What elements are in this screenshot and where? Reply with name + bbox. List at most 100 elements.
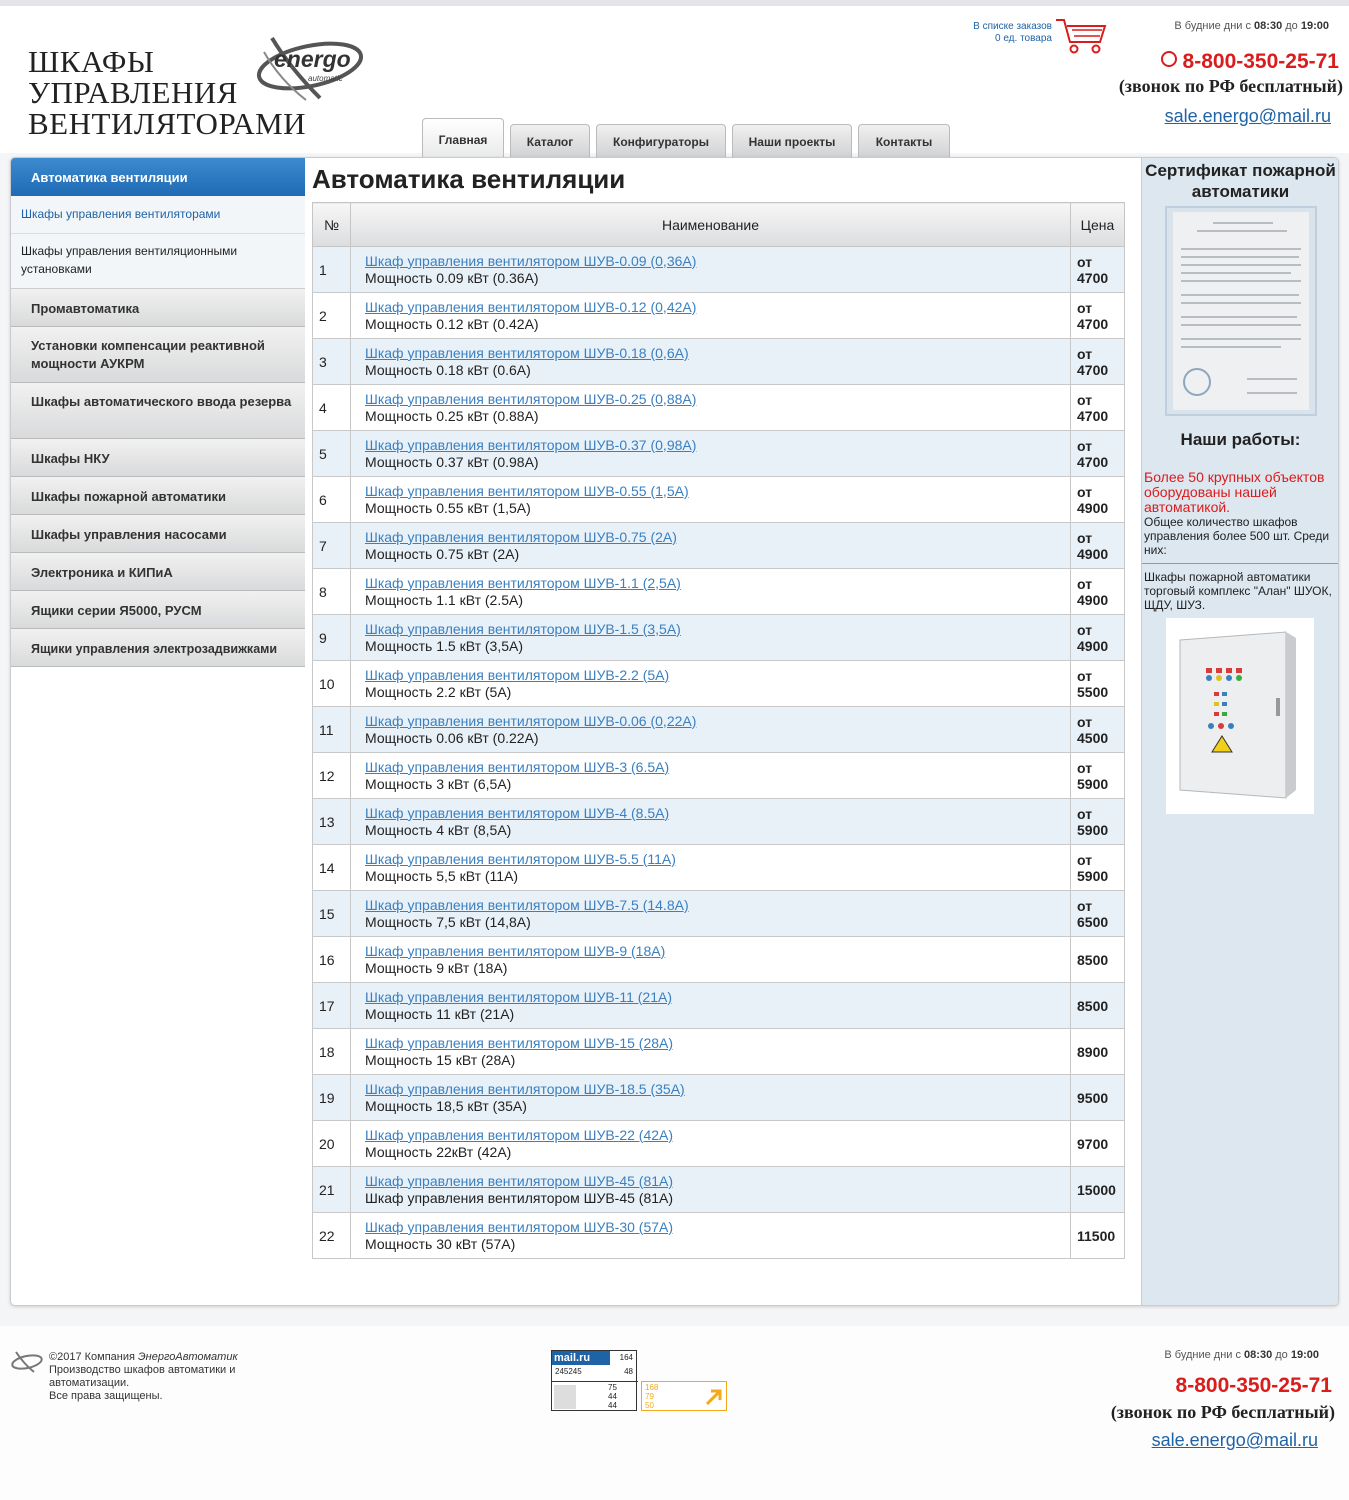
liveinternet-counter[interactable]: 168 79 50 — [641, 1381, 727, 1411]
product-link[interactable]: Шкаф управления вентилятором ШУВ-4 (8.5А… — [365, 805, 669, 821]
products-table-body: 1 Шкаф управления вентилятором ШУВ-0.09 (… — [312, 246, 1125, 1259]
row-price-cell: от 5500 — [1070, 660, 1125, 707]
row-name-cell: Шкаф управления вентилятором ШУВ-0.18 (0… — [350, 338, 1071, 385]
price-value: 4700 — [1077, 407, 1109, 424]
product-power: Мощность 22кВт (42А) — [365, 1143, 512, 1160]
product-power: Мощность 0.75 кВт (2А) — [365, 545, 520, 562]
product-power: Мощность 9 кВт (18А) — [365, 959, 508, 976]
product-power: Шкаф управления вентилятором ШУВ-45 (81А… — [365, 1189, 674, 1206]
row-price-cell: 11500 — [1070, 1212, 1125, 1259]
product-power: Мощность 1.1 кВт (2.5А) — [365, 591, 524, 608]
mailru-counter[interactable]: mail.ru 164 245245 48 75 44 44 — [551, 1350, 638, 1411]
energo-logo[interactable]: energo automatic — [250, 28, 370, 104]
product-link[interactable]: Шкаф управления вентилятором ШУВ-0.37 (0… — [365, 437, 696, 453]
copy-company: ЭнергоАвтоматик — [138, 1351, 238, 1363]
sidebar-item-nku[interactable]: Шкафы НКУ — [11, 439, 305, 477]
tab-projects[interactable]: Наши проекты — [732, 124, 852, 159]
footer-email-link[interactable]: sale.energo@mail.ru — [1152, 1430, 1318, 1451]
product-link[interactable]: Шкаф управления вентилятором ШУВ-45 (81А… — [365, 1173, 673, 1189]
sidebar-item-aukrm[interactable]: Установки компенсации реактивной мощност… — [11, 327, 305, 383]
product-link[interactable]: Шкаф управления вентилятором ШУВ-5.5 (11… — [365, 851, 676, 867]
row-number: 5 — [312, 430, 351, 477]
product-link[interactable]: Шкаф управления вентилятором ШУВ-30 (57А… — [365, 1219, 673, 1235]
sidebar-item-active[interactable]: Автоматика вентиляции — [11, 158, 305, 196]
cart-summary[interactable]: В списке заказов 0 ед. товара — [930, 21, 1052, 45]
sidebar-item-fire[interactable]: Шкафы пожарной автоматики — [11, 477, 305, 515]
sidebar-item-avr[interactable]: Шкафы автоматического ввода резерва — [11, 383, 305, 439]
sidebar-item-promautomatika[interactable]: Промавтоматика — [11, 289, 305, 327]
table-row: 7 Шкаф управления вентилятором ШУВ-0.75 (… — [312, 522, 1125, 569]
product-link[interactable]: Шкаф управления вентилятором ШУВ-0.09 (0… — [365, 253, 696, 269]
counter-val-f: 44 — [608, 1401, 617, 1410]
shopping-cart-icon[interactable] — [1054, 16, 1108, 56]
phone-number[interactable]: 8-800-350-25-71 — [1160, 50, 1339, 74]
tab-catalog[interactable]: Каталог — [510, 124, 590, 159]
product-link[interactable]: Шкаф управления вентилятором ШУВ-22 (42А… — [365, 1127, 673, 1143]
row-price-cell: от 4500 — [1070, 706, 1125, 753]
product-power: Мощность 0.55 кВт (1,5А) — [365, 499, 531, 516]
product-link[interactable]: Шкаф управления вентилятором ШУВ-7.5 (14… — [365, 897, 689, 913]
sidebar-item-electronics[interactable]: Электроника и КИПиА — [11, 553, 305, 591]
cert-line — [1246, 392, 1297, 394]
product-link[interactable]: Шкаф управления вентилятором ШУВ-3 (6.5А… — [365, 759, 669, 775]
works-title: Наши работы: — [1180, 430, 1301, 449]
price-value: 5500 — [1077, 683, 1109, 700]
table-row: 8 Шкаф управления вентилятором ШУВ-1.1 (2… — [312, 568, 1125, 615]
price-prefix: от — [1077, 667, 1093, 684]
sidebar-subitem-fans[interactable]: Шкафы управления вентиляторами — [11, 196, 305, 234]
product-link[interactable]: Шкаф управления вентилятором ШУВ-18.5 (3… — [365, 1081, 685, 1097]
product-link[interactable]: Шкаф управления вентилятором ШУВ-0.06 (0… — [365, 713, 696, 729]
row-number: 9 — [312, 614, 351, 661]
product-link[interactable]: Шкаф управления вентилятором ШУВ-0.55 (1… — [365, 483, 689, 499]
product-link[interactable]: Шкаф управления вентилятором ШУВ-1.5 (3,… — [365, 621, 681, 637]
row-number: 18 — [312, 1028, 351, 1075]
page-title: Автоматика вентиляции — [312, 164, 626, 194]
price-prefix: от — [1077, 483, 1093, 500]
works-item: Шкафы пожарной автоматики торговый компл… — [1144, 570, 1332, 612]
row-number: 2 — [312, 292, 351, 339]
arrow-up-right-icon — [705, 1389, 722, 1406]
certificate-image[interactable] — [1164, 206, 1317, 416]
sidebar-item-pumps[interactable]: Шкафы управления насосами — [11, 515, 305, 553]
product-link[interactable]: Шкаф управления вентилятором ШУВ-0.18 (0… — [365, 345, 689, 361]
footer-phone[interactable]: 8-800-350-25-71 — [1176, 1374, 1332, 1398]
row-price-cell: от 4900 — [1070, 476, 1125, 523]
cart-label: В списке заказов — [973, 21, 1052, 32]
product-link[interactable]: Шкаф управления вентилятором ШУВ-0.12 (0… — [365, 299, 696, 315]
product-link[interactable]: Шкаф управления вентилятором ШУВ-15 (28А… — [365, 1035, 673, 1051]
email-link[interactable]: sale.energo@mail.ru — [1165, 106, 1331, 127]
product-link[interactable]: Шкаф управления вентилятором ШУВ-2.2 (5А… — [365, 667, 669, 683]
price-value: 11500 — [1077, 1227, 1116, 1244]
sidebar-item-valves[interactable]: Ящики управления электрозадвижками — [11, 629, 305, 667]
tab-home[interactable]: Главная — [422, 118, 504, 159]
products-table: № Наименование Цена 1 Шкаф управления вен… — [312, 202, 1125, 1259]
product-power: Мощность 0.09 кВт (0.36А) — [365, 269, 539, 286]
product-link[interactable]: Шкаф управления вентилятором ШУВ-1.1 (2,… — [365, 575, 681, 591]
table-row: 14 Шкаф управления вентилятором ШУВ-5.5 (… — [312, 844, 1125, 891]
product-link[interactable]: Шкаф управления вентилятором ШУВ-9 (18А) — [365, 943, 665, 959]
copy-line-1: ©2017 Компания ЭнергоАвтоматик — [49, 1351, 259, 1364]
cabinet-image[interactable] — [1166, 618, 1314, 814]
tab-configurators[interactable]: Конфигураторы — [596, 124, 726, 159]
row-name-cell: Шкаф управления вентилятором ШУВ-0.06 (0… — [350, 706, 1071, 753]
sidebar-subitem-units[interactable]: Шкафы управления вентиляционными установ… — [11, 234, 305, 289]
row-name-cell: Шкаф управления вентилятором ШУВ-0.37 (0… — [350, 430, 1071, 477]
phone-text: 8-800-350-25-71 — [1182, 50, 1339, 73]
tab-contacts[interactable]: Контакты — [858, 124, 950, 159]
price-prefix: от — [1077, 851, 1093, 868]
product-link[interactable]: Шкаф управления вентилятором ШУВ-0.75 (2… — [365, 529, 677, 545]
row-price-cell: от 6500 — [1070, 890, 1125, 937]
table-row: 3 Шкаф управления вентилятором ШУВ-0.18 (… — [312, 338, 1125, 385]
row-price-cell: 9700 — [1070, 1120, 1125, 1167]
row-number: 1 — [312, 246, 351, 293]
counter-val-c: 48 — [624, 1367, 633, 1376]
hours-from: 08:30 — [1254, 20, 1283, 32]
row-price-cell: от 4700 — [1070, 384, 1125, 431]
product-power: Мощность 18,5 кВт (35А) — [365, 1097, 527, 1114]
table-row: 19 Шкаф управления вентилятором ШУВ-18.5 … — [312, 1074, 1125, 1121]
price-value: 8900 — [1077, 1043, 1109, 1060]
product-link[interactable]: Шкаф управления вентилятором ШУВ-0.25 (0… — [365, 391, 696, 407]
sidebar-item-ya5000[interactable]: Ящики серии Я5000, РУСМ — [11, 591, 305, 629]
price-value: 8500 — [1077, 951, 1109, 968]
product-link[interactable]: Шкаф управления вентилятором ШУВ-11 (21А… — [365, 989, 672, 1005]
